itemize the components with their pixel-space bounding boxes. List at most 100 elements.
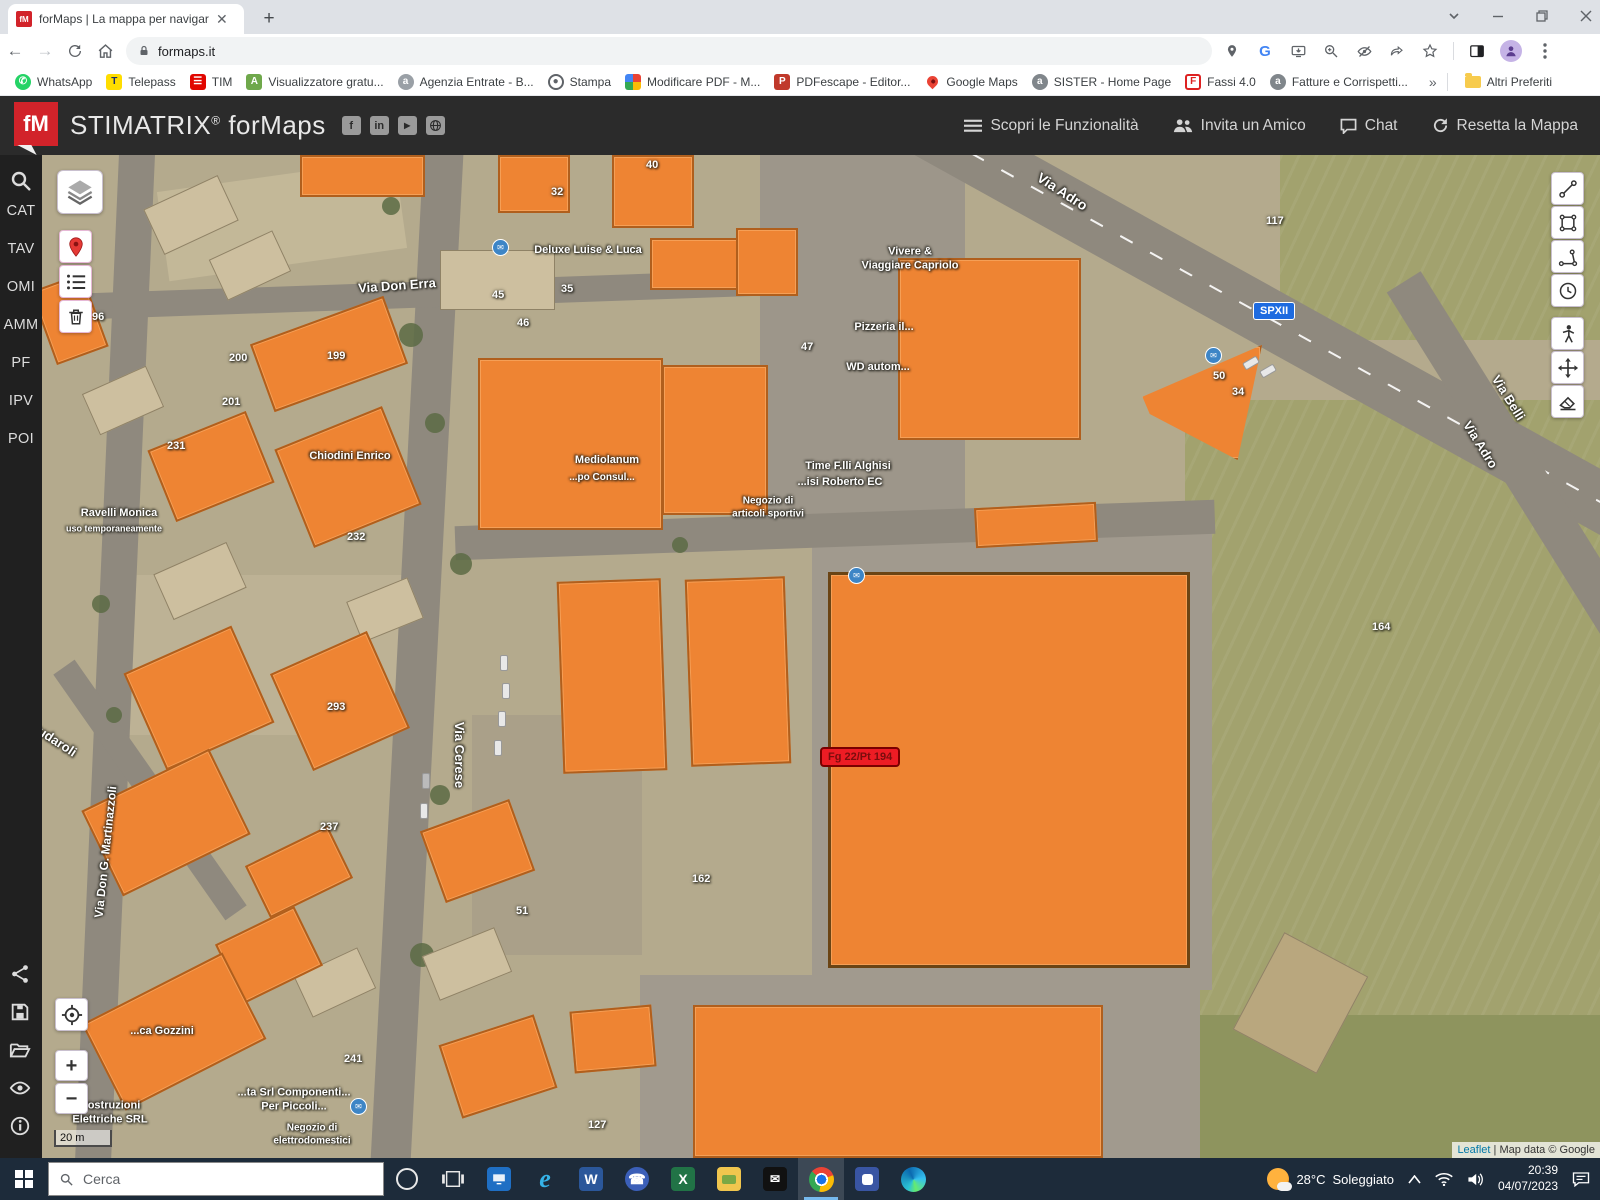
bookmark-star-icon[interactable] [1420, 41, 1440, 61]
home-button[interactable] [90, 36, 120, 66]
layers-control[interactable] [57, 170, 103, 214]
parcel-building[interactable] [569, 1005, 656, 1074]
measure-area-button[interactable] [1551, 206, 1584, 239]
word-button[interactable]: W [568, 1158, 614, 1200]
sidebar-item-poi[interactable]: POI [0, 431, 42, 447]
window-restore-button[interactable] [1534, 8, 1550, 24]
parcel-building[interactable] [898, 258, 1081, 440]
parcel-building[interactable] [147, 411, 274, 522]
sidebar-item-omi[interactable]: OMI [0, 279, 42, 295]
sidebar-item-ipv[interactable]: IPV [0, 393, 42, 409]
pan-button[interactable] [1551, 351, 1584, 384]
parcel-building[interactable] [736, 228, 798, 296]
poi-marker-icon[interactable]: ✉ [1205, 347, 1222, 364]
map-canvas[interactable]: ✉ ✉ ✉ ✉ Via Don ErraVia CereseVia AdroVi… [42, 155, 1600, 1158]
bookmark-item[interactable]: ☰TIM [183, 71, 240, 93]
sidebar-item-tav[interactable]: TAV [0, 241, 42, 257]
phone-app-button[interactable]: ☎ [614, 1158, 660, 1200]
other-bookmarks-button[interactable]: Altri Preferiti [1458, 72, 1559, 92]
excel-button[interactable]: X [660, 1158, 706, 1200]
bookmark-item[interactable]: Modificare PDF - M... [618, 71, 767, 93]
save-icon[interactable] [9, 1001, 33, 1025]
task-view-button[interactable] [430, 1158, 476, 1200]
menu-chat[interactable]: Chat [1340, 117, 1398, 135]
bookmark-item[interactable]: ✆WhatsApp [8, 71, 99, 93]
window-minimize-button[interactable] [1490, 8, 1506, 24]
building[interactable] [422, 927, 512, 1001]
forward-button[interactable]: → [30, 36, 60, 66]
zoom-in-button[interactable]: + [55, 1050, 88, 1081]
side-panel-icon[interactable] [1467, 41, 1487, 61]
bookmark-item[interactable]: AVisualizzatore gratu... [239, 71, 390, 93]
parcel-building[interactable] [498, 155, 570, 213]
bookmark-item[interactable]: Google Maps [917, 71, 1024, 93]
streetview-button[interactable] [1551, 317, 1584, 350]
edge-button[interactable] [890, 1158, 936, 1200]
volume-icon[interactable] [1467, 1172, 1484, 1187]
search-icon[interactable] [9, 169, 33, 193]
parcel-building[interactable] [662, 365, 768, 515]
weather-widget[interactable]: 28°C Soleggiato [1267, 1168, 1394, 1190]
share-nodes-icon[interactable] [9, 963, 33, 987]
bookmark-item[interactable]: TTelepass [99, 71, 182, 93]
bookmark-item[interactable]: ●Stampa [541, 71, 618, 93]
tray-chevron-icon[interactable] [1408, 1175, 1421, 1184]
locate-button[interactable] [55, 998, 88, 1031]
google-g-icon[interactable]: G [1255, 41, 1275, 61]
leaflet-link[interactable]: Leaflet [1457, 1144, 1490, 1156]
parcel-building[interactable] [693, 1005, 1103, 1158]
linkedin-icon[interactable]: in [370, 116, 389, 135]
marker-tool-button[interactable] [59, 230, 92, 263]
mail-app-button[interactable]: ✉ [752, 1158, 798, 1200]
internet-explorer-button[interactable]: e [522, 1158, 568, 1200]
zoom-lens-icon[interactable] [1321, 41, 1341, 61]
location-pin-icon[interactable] [1222, 41, 1242, 61]
remote-app-button[interactable] [476, 1158, 522, 1200]
cortana-button[interactable] [384, 1158, 430, 1200]
sidebar-item-pf[interactable]: PF [0, 355, 42, 371]
measure-distance-button[interactable] [1551, 172, 1584, 205]
window-close-button[interactable] [1578, 8, 1594, 24]
sidebar-item-cat[interactable]: CAT [0, 203, 42, 219]
parcel-building[interactable] [245, 826, 353, 918]
zoom-out-button[interactable]: − [55, 1083, 88, 1114]
parcel-building[interactable] [478, 358, 663, 530]
bookmark-item[interactable]: aFatture e Corrispetti... [1263, 71, 1415, 93]
parcel-badge[interactable]: Fg 22/Pt 194 [820, 747, 900, 767]
poi-marker-icon[interactable]: ✉ [492, 239, 509, 256]
menu-reset-map[interactable]: Resetta la Mappa [1432, 117, 1579, 135]
parcel-building[interactable] [685, 576, 791, 766]
parcel-building-selected[interactable] [828, 572, 1190, 968]
blue-app-button[interactable] [844, 1158, 890, 1200]
install-app-icon[interactable] [1288, 41, 1308, 61]
parcel-building[interactable] [274, 406, 421, 548]
taskbar-search-box[interactable]: Cerca [48, 1162, 384, 1196]
building[interactable] [440, 250, 555, 310]
poi-marker-icon[interactable]: ✉ [350, 1098, 367, 1115]
bookmark-item[interactable]: FFassi 4.0 [1178, 71, 1263, 93]
parcel-building[interactable] [557, 578, 668, 774]
start-button[interactable] [0, 1158, 48, 1200]
share-icon[interactable] [1387, 41, 1407, 61]
poi-marker-icon[interactable]: ✉ [848, 567, 865, 584]
bookmarks-overflow-chevron[interactable]: » [1429, 74, 1437, 90]
building[interactable] [82, 366, 164, 436]
parcel-building[interactable] [974, 502, 1098, 548]
parcel-building[interactable] [439, 1014, 558, 1118]
browser-tab[interactable]: fM forMaps | La mappa per navigar ✕ [8, 4, 244, 34]
new-tab-button[interactable]: + [256, 6, 282, 32]
action-center-icon[interactable] [1572, 1171, 1590, 1187]
wifi-icon[interactable] [1435, 1172, 1453, 1186]
info-icon[interactable] [9, 1115, 33, 1139]
reload-button[interactable] [60, 36, 90, 66]
delete-tool-button[interactable] [59, 300, 92, 333]
formaps-logo[interactable]: fM [14, 102, 58, 146]
sidebar-item-amm[interactable]: AMM [0, 317, 42, 333]
menu-invite-friend[interactable]: Invita un Amico [1173, 117, 1306, 135]
list-tool-button[interactable] [59, 265, 92, 298]
measure-angle-button[interactable] [1551, 240, 1584, 273]
globe-icon[interactable] [426, 116, 445, 135]
bookmark-item[interactable]: aAgenzia Entrate - B... [391, 71, 541, 93]
bookmark-item[interactable]: PPDFescape - Editor... [767, 71, 917, 93]
bookmark-item[interactable]: aSISTER - Home Page [1025, 71, 1178, 93]
